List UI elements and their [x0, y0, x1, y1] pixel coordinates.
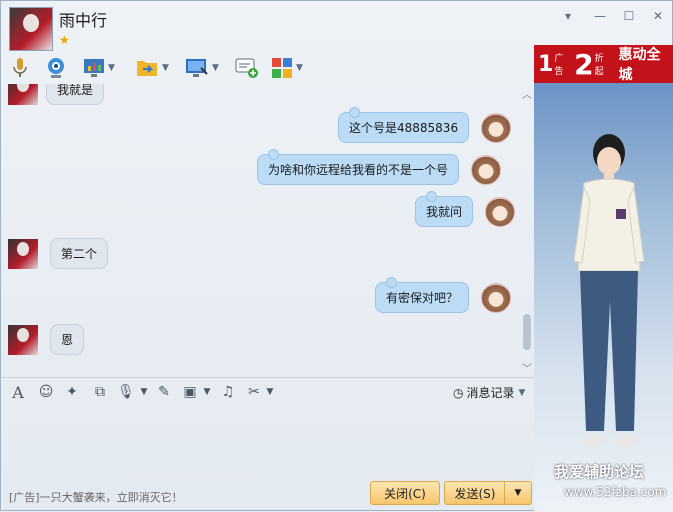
voice-icon[interactable]: 🎙 [117, 384, 135, 400]
message-bubble: 第二个 [50, 238, 109, 269]
banner-text: 惠动全城 [618, 47, 661, 83]
chat-scrollbar[interactable]: ︿ ﹀ [521, 84, 533, 376]
close-button[interactable]: 关闭(C) [370, 481, 440, 505]
scroll-up-icon[interactable]: ︿ [521, 86, 533, 101]
chevron-down-icon: ▼ [518, 387, 526, 398]
chevron-down-icon[interactable]: ▼ [135, 384, 153, 400]
avatar-figure [573, 134, 645, 447]
remote-desktop-icon [186, 59, 208, 77]
message-row: 我就是 [8, 84, 105, 105]
contact-avatar[interactable] [8, 84, 38, 105]
ad-link[interactable]: [广告]一只大蟹袭来，立即消灭它！ [9, 489, 183, 505]
scroll-thumb[interactable] [523, 314, 531, 350]
contact-avatar[interactable] [9, 7, 53, 51]
create-discussion-button[interactable] [235, 55, 259, 81]
banner-fold: 折起 [594, 54, 604, 77]
my-avatar[interactable] [481, 112, 512, 143]
chevron-down-icon[interactable]: ▼ [198, 384, 216, 400]
message-bubble: 恩 [50, 324, 85, 355]
message-row: 这个号是48885836 [338, 107, 512, 143]
file-transfer-button[interactable]: ▼ [135, 55, 169, 81]
microphone-button[interactable] [9, 55, 31, 81]
send-button[interactable]: 发送(S) [444, 481, 506, 505]
star-icon: ★ [59, 33, 70, 47]
microphone-icon [13, 58, 27, 77]
screen-share-button[interactable]: ▼ [83, 55, 115, 81]
video-button[interactable] [45, 55, 67, 81]
history-label: 消息记录 [466, 386, 515, 400]
message-row: 我就问 [415, 191, 516, 227]
my-avatar[interactable] [481, 282, 512, 313]
message-row: 有密保对吧？ [375, 277, 512, 313]
contact-avatar[interactable] [8, 324, 38, 355]
maximize-button[interactable]: ☐ [618, 7, 640, 25]
emoji-icon[interactable]: ☺ [37, 384, 55, 400]
my-avatar[interactable] [471, 154, 502, 185]
message-list[interactable]: 我就是 这个号是48885836 为啥和你远程给我看的不是一个号 我就问 第二个… [2, 84, 534, 376]
scroll-down-icon[interactable]: ﹀ [521, 360, 533, 375]
message-bubble: 我就问 [415, 191, 474, 227]
message-bubble: 为啥和你远程给我看的不是一个号 [257, 149, 460, 185]
message-bubble: 这个号是48885836 [338, 107, 470, 143]
video-camera-icon [48, 58, 64, 78]
apps-button[interactable]: ▼ [271, 55, 303, 81]
chat-window: 雨中行 ★ ▾ — ☐ ✕ ▼ ▼ ▼ ▼ 我就是 这个号是48885836 为… [0, 0, 673, 512]
remote-desktop-button[interactable]: ▼ [185, 55, 219, 81]
banner-ad-tag: 广告 [554, 54, 564, 77]
message-input[interactable] [1, 405, 534, 479]
image-icon[interactable]: ▣ [181, 384, 199, 400]
chevron-down-icon[interactable]: ▼ [261, 384, 279, 400]
magic-icon[interactable]: ✦ [63, 384, 81, 400]
send-options-button[interactable]: ▼ [504, 481, 532, 505]
clock-icon: ◷ [453, 385, 464, 400]
chevron-down-icon[interactable]: ▼ [108, 63, 115, 73]
my-avatar[interactable] [485, 196, 516, 227]
shake-icon[interactable]: ⧉ [91, 384, 109, 400]
message-row: 为啥和你远程给我看的不是一个号 [257, 149, 502, 185]
close-window-button[interactable]: ✕ [647, 7, 669, 25]
message-bubble: 我就是 [46, 84, 105, 105]
message-row: 恩 [8, 324, 85, 355]
contact-avatar[interactable] [8, 238, 38, 269]
message-history-button[interactable]: ◷ 消息记录 ▼ [453, 384, 525, 401]
ad-banner[interactable]: 1 广告 2 折起 惠动全城 [534, 45, 673, 83]
chevron-down-icon: ▼ [514, 488, 522, 498]
font-icon[interactable]: A [9, 383, 27, 402]
banner-number-two: 2 [574, 47, 594, 81]
chevron-down-icon[interactable]: ▼ [162, 63, 169, 73]
contact-name: 雨中行 [59, 11, 108, 30]
screen-share-icon [84, 59, 104, 77]
handwriting-icon[interactable]: ✎ [155, 384, 173, 400]
music-icon[interactable]: ♫ [219, 384, 237, 400]
create-discussion-icon [235, 58, 258, 78]
forum-watermark: 我爱辅助论坛 [554, 463, 645, 481]
dropdown-icon[interactable]: ▾ [557, 7, 579, 25]
chevron-down-icon[interactable]: ▼ [296, 63, 303, 73]
message-row: 第二个 [8, 238, 109, 269]
apps-icon [272, 58, 292, 78]
forum-url: www.52fzba.com [564, 485, 667, 499]
file-transfer-icon [137, 61, 157, 76]
banner-number-one: 1 [538, 51, 554, 77]
message-bubble: 有密保对吧？ [375, 277, 470, 313]
side-ad-panel[interactable]: 1 广告 2 折起 惠动全城 我爱辅助论坛 www.52fzba.com [534, 45, 673, 512]
chevron-down-icon[interactable]: ▼ [212, 63, 219, 73]
minimize-button[interactable]: — [589, 7, 611, 25]
